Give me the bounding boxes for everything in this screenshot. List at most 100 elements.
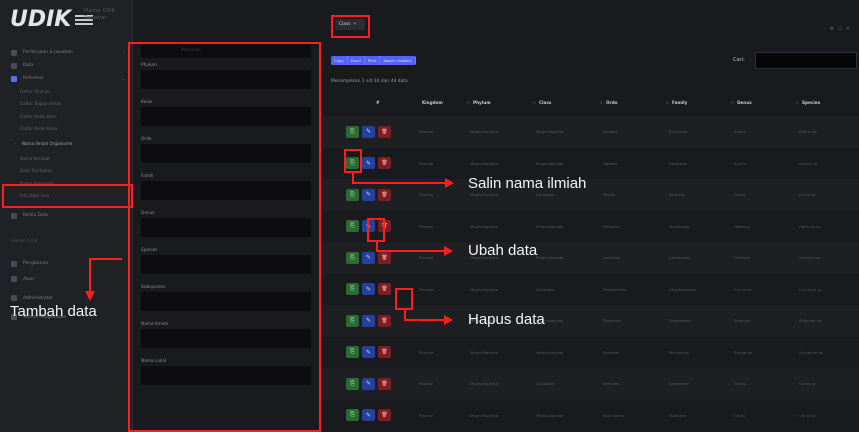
edit-button[interactable]: ✎ — [362, 220, 375, 233]
copy-button[interactable]: ⎘ — [346, 125, 359, 138]
copy-button[interactable]: ⎘ — [346, 220, 359, 233]
copy-export-button[interactable]: Copy — [331, 56, 348, 65]
filter-field-local-name[interactable] — [141, 366, 311, 385]
copy-button[interactable]: ⎘ — [346, 157, 359, 170]
column-label: Species — [802, 99, 821, 105]
arrow-add-v — [89, 259, 91, 293]
class-select[interactable]: Class ▾ — [335, 19, 365, 30]
sidebar-item-qa[interactable]: Pertanyaan & Jawaban › — [0, 46, 133, 59]
column-header[interactable]: Phylum ⇅ — [473, 97, 539, 107]
edit-button[interactable]: ✎ — [362, 188, 375, 201]
window-controls[interactable]: – ⚙ ☐ ✕ — [824, 26, 851, 32]
sidebar-subitem[interactable]: Daftar Anak Kelas — [0, 123, 133, 136]
row-actions: ⎘ ✎ 🗑 — [319, 125, 419, 138]
sidebar-item-label: Akun — [23, 276, 34, 282]
delete-button[interactable]: 🗑 — [378, 220, 391, 233]
sidebar-subitem[interactable]: Data Tambahan — [0, 165, 133, 178]
copy-button[interactable]: ⎘ — [346, 314, 359, 327]
column-header[interactable]: Class ⇅ — [539, 97, 606, 107]
column-header[interactable]: Kingdom ⇅ — [422, 97, 473, 107]
column-header[interactable]: Ordo ⇅ — [606, 97, 672, 107]
delete-button[interactable]: 🗑 — [378, 377, 391, 390]
filter-field-class[interactable] — [141, 107, 311, 126]
table-cell: Magnoliopsida — [536, 160, 564, 166]
table-cell: Myrtales — [603, 349, 620, 355]
column-header[interactable]: # — [319, 97, 380, 107]
delete-button[interactable]: 🗑 — [378, 125, 391, 138]
copy-button[interactable]: ⎘ — [346, 283, 359, 296]
sidebar-item-label: Administrator — [23, 295, 53, 301]
chevron-down-icon: ⌄ — [120, 75, 125, 82]
edit-button[interactable]: ✎ — [362, 409, 375, 422]
delete-button[interactable]: 🗑 — [378, 283, 391, 296]
sidebar-section-manage[interactable]: Kelola Data — [0, 209, 133, 222]
sort-icon: ⇅ — [795, 99, 799, 105]
sidebar-subitem[interactable]: Daftar Kelas Kecil — [0, 110, 133, 123]
sort-icon: ⇅ — [599, 99, 603, 105]
sidebar-item-label: Pertanyaan & Jawaban — [23, 50, 73, 55]
sidebar-subitem[interactable]: Info Data Lain — [0, 190, 133, 203]
sidebar-subitem[interactable]: Nama Kerabat — [0, 152, 133, 165]
filter-field-family[interactable] — [141, 181, 311, 200]
column-header[interactable]: Species — [802, 97, 842, 107]
copy-button[interactable]: ⎘ — [346, 188, 359, 201]
table-cell: Liliopsida — [536, 381, 554, 387]
delete-button[interactable]: 🗑 — [378, 409, 391, 422]
copy-button[interactable]: ⎘ — [346, 409, 359, 422]
table-cell: Hibiscus — [734, 223, 750, 229]
sort-icon: ⇅ — [730, 99, 734, 105]
sidebar-item-reference[interactable]: Referensi ⌄ — [0, 72, 133, 85]
pencil-icon: ✎ — [365, 159, 372, 167]
edit-button[interactable]: ✎ — [362, 125, 375, 138]
table-cell: Fabales — [603, 160, 618, 166]
column-header[interactable]: Genus ⇅ — [737, 97, 802, 107]
filter-field-scientific-name[interactable] — [141, 329, 311, 348]
search-input[interactable] — [755, 52, 857, 69]
filter-field-genus[interactable] — [141, 218, 311, 237]
edit-button[interactable]: ✎ — [362, 346, 375, 359]
pencil-icon: ✎ — [365, 191, 372, 199]
edit-button[interactable]: ✎ — [362, 251, 375, 264]
pencil-icon: ✎ — [365, 411, 372, 419]
edit-button[interactable]: ✎ — [362, 157, 375, 170]
table-header: # Kingdom ⇅ Phylum ⇅ Class ⇅ Ordo ⇅ Family ⇅ … — [319, 97, 859, 107]
delete-button[interactable]: 🗑 — [378, 314, 391, 327]
delete-button[interactable]: 🗑 — [378, 251, 391, 264]
sidebar-item-account[interactable]: Akun — [0, 270, 133, 288]
sidebar-item-data[interactable]: Data — [0, 59, 133, 72]
arrow-delete-head — [444, 315, 453, 325]
filter-field-species[interactable] — [141, 255, 311, 274]
column-header[interactable]: Family ⇅ — [672, 97, 737, 107]
trash-icon: 🗑 — [381, 412, 388, 419]
filter-field-phylum[interactable] — [141, 70, 311, 89]
sidebar-item-scientific-name[interactable]: ‹ Nama Ilmiah Organisme — [0, 135, 133, 152]
sidebar-subitem[interactable]: Daftar Phylum — [0, 85, 133, 98]
edit-button[interactable]: ✎ — [362, 283, 375, 296]
copy-button[interactable]: ⎘ — [346, 251, 359, 264]
callout-delete: Hapus data — [468, 311, 545, 328]
filter-field-order[interactable] — [141, 144, 311, 163]
filter-label: Subspesies — [141, 285, 166, 290]
chevron-down-icon: ▾ — [353, 22, 356, 27]
column-label: Class — [539, 99, 552, 105]
sidebar-subitem[interactable]: Daftar Bagian Kelas — [0, 98, 133, 111]
delete-button[interactable]: 🗑 — [378, 188, 391, 201]
arrow-copy-head — [445, 178, 454, 188]
delete-button[interactable]: 🗑 — [378, 157, 391, 170]
print-button[interactable]: Print — [364, 56, 381, 65]
edit-button[interactable]: ✎ — [362, 314, 375, 327]
sidebar-subitem[interactable]: Nama Alternatif — [0, 177, 133, 190]
filter-field-subspecies[interactable] — [141, 292, 311, 311]
table-cell: Magnoliophyta — [470, 286, 499, 292]
table-cell: Magnoliopsida — [536, 223, 564, 229]
filter-search-input[interactable]: Pencarian — [141, 43, 311, 58]
edit-button[interactable]: ✎ — [362, 377, 375, 390]
excel-export-button[interactable]: Excel — [347, 56, 365, 65]
copy-button[interactable]: ⎘ — [346, 346, 359, 359]
table-cell: Sapindales — [603, 412, 624, 418]
copy-button[interactable]: ⎘ — [346, 377, 359, 390]
copy-icon: ⎘ — [350, 285, 355, 293]
column-visibility-button[interactable]: Kolom visibility — [380, 56, 416, 65]
delete-button[interactable]: 🗑 — [378, 346, 391, 359]
copy-icon: ⎘ — [350, 253, 355, 261]
